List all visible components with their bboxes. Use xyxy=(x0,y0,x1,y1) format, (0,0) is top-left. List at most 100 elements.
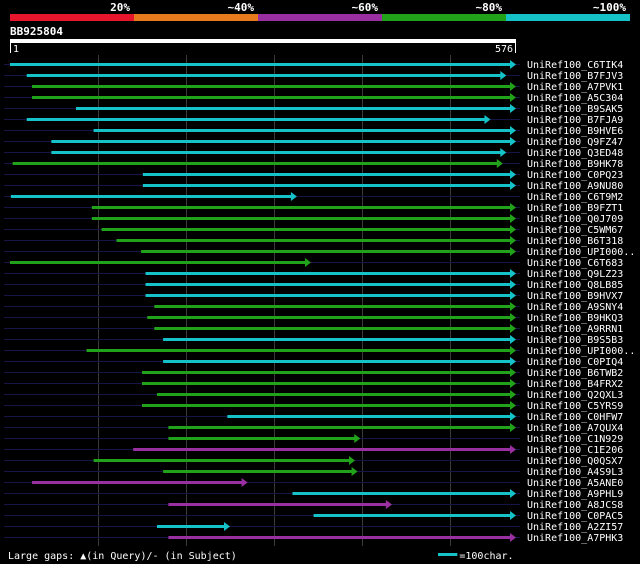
hit-arrowhead xyxy=(510,511,516,520)
hit-arrowhead xyxy=(510,181,516,190)
scale-label: =100char. xyxy=(459,551,513,562)
hit-bar xyxy=(51,140,512,143)
hit-arrowhead xyxy=(354,434,361,443)
hit-bar xyxy=(142,371,511,374)
hit-bar xyxy=(154,327,511,330)
hit-bar xyxy=(168,437,356,440)
hit-arrowhead xyxy=(510,214,516,223)
hit-arrowhead xyxy=(510,489,516,498)
hit-label: UniRef100_C0PAC5 xyxy=(527,511,623,522)
hit-label: UniRef100_C6T683 xyxy=(527,258,623,269)
hit-label: UniRef100_C6TIK4 xyxy=(527,60,623,71)
hit-bar xyxy=(91,217,511,220)
hit-arrowhead xyxy=(510,346,516,355)
hit-label: UniRef100_A9RRN1 xyxy=(527,324,623,335)
hit-label: UniRef100_C1E206 xyxy=(527,445,623,456)
hit-label: UniRef100_Q3ED48 xyxy=(527,148,623,159)
hit-bar xyxy=(76,107,511,110)
hit-arrowhead xyxy=(510,313,516,322)
legend-label: 20% xyxy=(110,1,130,14)
hit-bar xyxy=(163,470,353,473)
hit-label: UniRef100_A9NU80 xyxy=(527,181,623,192)
hit-arrowhead xyxy=(385,500,392,509)
hit-bar xyxy=(145,272,511,275)
hit-bar xyxy=(32,85,511,88)
hit-bar xyxy=(51,151,502,154)
hit-label: UniRef100_C5WM67 xyxy=(527,225,623,236)
legend-swatch xyxy=(134,14,258,21)
hit-label: UniRef100_B9HVE6 xyxy=(527,126,623,137)
gap-legend-note: Large gaps: ▲(in Query)/- (in Subject) xyxy=(8,551,237,562)
query-start-label: 1 xyxy=(13,44,19,55)
hit-bar xyxy=(163,360,511,363)
query-end-label: 576 xyxy=(495,44,513,55)
hit-arrowhead xyxy=(510,423,516,432)
hit-arrowhead xyxy=(510,104,516,113)
hit-arrowhead xyxy=(510,126,516,135)
identity-legend: 20% ~40% ~60% ~80% ~100% xyxy=(10,1,630,21)
hit-bar xyxy=(142,173,511,176)
legend-label: ~60% xyxy=(352,1,379,14)
hit-arrowhead xyxy=(510,357,516,366)
legend-swatch xyxy=(10,14,134,21)
hit-bar xyxy=(142,382,511,385)
hit-label: UniRef100_B7FJA9 xyxy=(527,115,623,126)
hit-arrowhead xyxy=(348,456,355,465)
legend-swatch xyxy=(506,14,630,21)
hit-label: UniRef100_B7FJV3 xyxy=(527,71,623,82)
hit-bar xyxy=(142,184,511,187)
hit-arrowhead xyxy=(510,324,516,333)
hit-label: UniRef100_Q8LB85 xyxy=(527,280,623,291)
hit-label: UniRef100_C0HFW7 xyxy=(527,412,623,423)
hit-bar xyxy=(141,250,511,253)
hit-label: UniRef100_A2ZI57 xyxy=(527,522,623,533)
hit-arrowhead xyxy=(510,60,516,69)
hit-bar xyxy=(10,195,292,198)
scale-legend: =100char. xyxy=(438,551,514,562)
hit-arrowhead xyxy=(290,192,297,201)
hit-label: UniRef100_A9SNY4 xyxy=(527,302,623,313)
hit-arrowhead xyxy=(241,478,248,487)
hit-arrowhead xyxy=(500,148,507,157)
hit-label: UniRef100_A7PVK1 xyxy=(527,82,623,93)
query-id: BB925804 xyxy=(10,25,63,38)
alignment-chart: 20% ~40% ~60% ~80% ~100% BB925804 1 576 UniRe… xyxy=(4,1,635,562)
hit-arrowhead xyxy=(510,368,516,377)
hit-bar xyxy=(26,118,486,121)
hit-bar xyxy=(313,514,511,517)
hit-arrowhead xyxy=(510,225,516,234)
hit-arrowhead xyxy=(510,335,516,344)
hit-label: UniRef100_B9HK78 xyxy=(527,159,623,170)
hit-label: UniRef100_B6T318 xyxy=(527,236,623,247)
hit-label: UniRef100_C6T9M2 xyxy=(527,192,623,203)
hit-label: UniRef100_A7PHK3 xyxy=(527,533,623,544)
hit-bar xyxy=(147,316,511,319)
hit-arrowhead xyxy=(510,379,516,388)
hit-arrowhead xyxy=(510,236,516,245)
hit-arrowhead xyxy=(510,533,516,542)
hit-arrowhead xyxy=(500,71,507,80)
hit-label: UniRef100_Q9FZ47 xyxy=(527,137,623,148)
hit-label: UniRef100_A8JCS8 xyxy=(527,500,623,511)
hit-label: UniRef100_B9S5B3 xyxy=(527,335,623,346)
query-bar: 1 576 xyxy=(10,39,516,55)
hit-bar xyxy=(116,239,511,242)
hit-bar xyxy=(26,74,502,77)
hit-label: UniRef100_B6TWB2 xyxy=(527,368,623,379)
hit-bar xyxy=(168,536,511,539)
legend-swatch xyxy=(382,14,506,21)
hit-arrowhead xyxy=(510,302,516,311)
hit-arrowhead xyxy=(510,280,516,289)
hit-label: UniRef100_B9FZT1 xyxy=(527,203,623,214)
hit-bar xyxy=(163,338,511,341)
hit-label: UniRef100_A9PHL9 xyxy=(527,489,623,500)
hit-arrowhead xyxy=(224,522,230,531)
hit-label: UniRef100_C0PQ23 xyxy=(527,170,623,181)
hit-label: UniRef100_Q0QSX7 xyxy=(527,456,623,467)
hit-bar xyxy=(154,305,511,308)
hit-arrowhead xyxy=(510,390,516,399)
legend-swatch xyxy=(258,14,382,21)
hit-arrowhead xyxy=(510,401,516,410)
hit-bar xyxy=(227,415,512,418)
legend-label: ~80% xyxy=(476,1,503,14)
